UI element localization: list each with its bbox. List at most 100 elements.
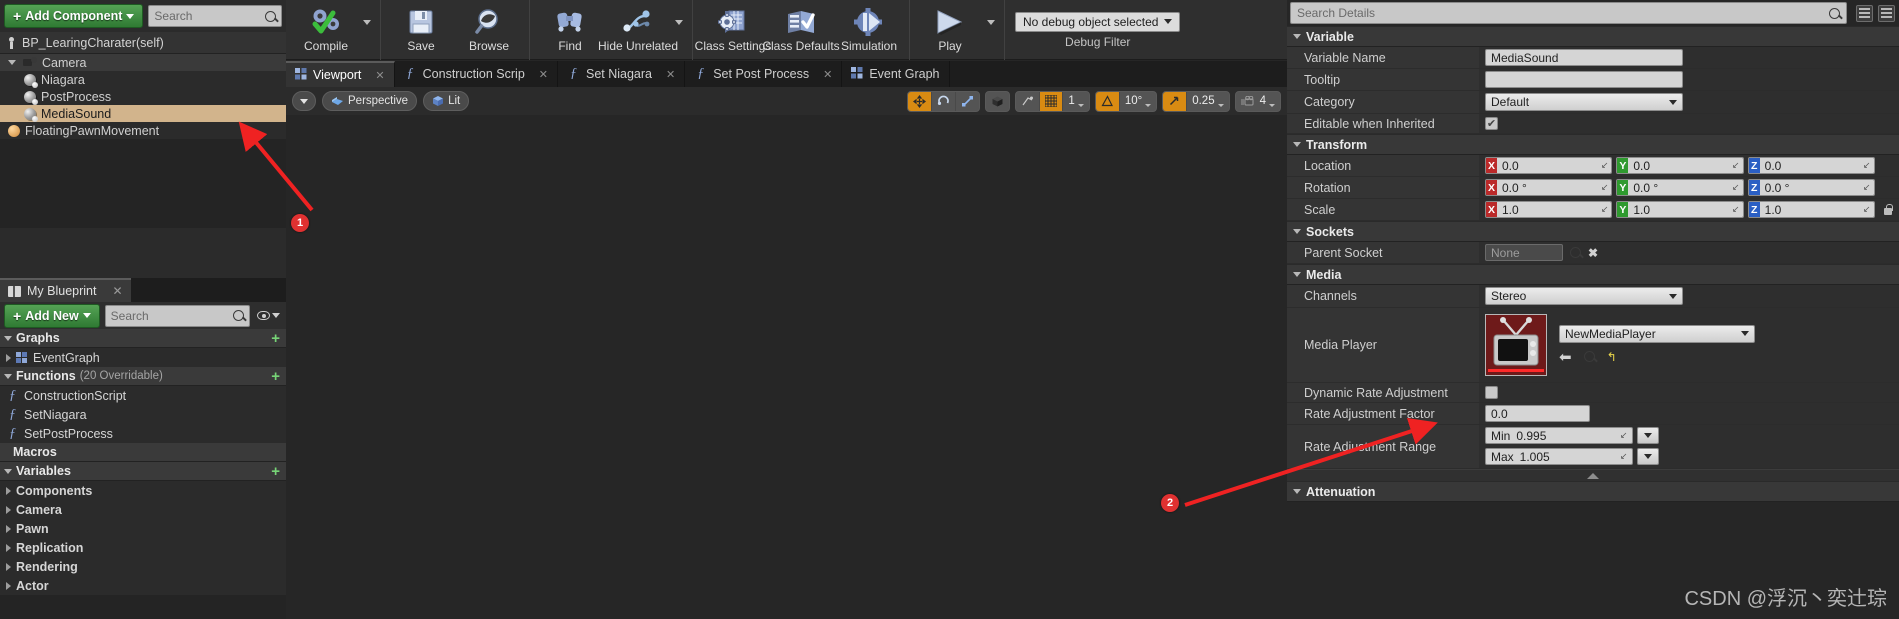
text-input[interactable]: MediaSound xyxy=(1485,49,1683,66)
graph-tab-set-niagara[interactable]: ƒ Set Niagara ✕ xyxy=(558,61,686,87)
translate-gizmo-button[interactable] xyxy=(908,91,933,111)
my-blueprint-list-item[interactable]: Camera xyxy=(0,500,286,519)
angle-snap-value[interactable]: 10° xyxy=(1120,92,1156,111)
text-input[interactable] xyxy=(1485,71,1683,88)
expand-icon[interactable] xyxy=(1293,142,1301,147)
save-button[interactable]: Save xyxy=(387,3,455,53)
my-blueprint-section-header[interactable]: Graphs + xyxy=(0,329,286,348)
details-category-attenuation[interactable]: Attenuation xyxy=(1287,481,1899,502)
axis-z-input[interactable]: Z 1.0 xyxy=(1747,201,1875,218)
dropdown-select[interactable]: Stereo xyxy=(1485,287,1683,305)
my-blueprint-list-item[interactable]: ƒ SetPostProcess xyxy=(0,424,286,443)
clear-socket-icon[interactable]: ✖ xyxy=(1588,246,1598,260)
graph-tab-set-post-process[interactable]: ƒ Set Post Process ✕ xyxy=(685,61,843,87)
toolbar-dropdown-button[interactable] xyxy=(672,3,686,41)
expand-icon[interactable] xyxy=(6,505,11,514)
my-blueprint-list-item[interactable]: Rendering xyxy=(0,557,286,576)
expand-icon[interactable] xyxy=(6,562,11,571)
add-component-button[interactable]: + Add Component xyxy=(4,4,144,28)
reset-asset-icon[interactable]: ↰ xyxy=(1607,350,1617,364)
visibility-toggle[interactable] xyxy=(255,311,282,320)
camera-speed-button[interactable]: 4 xyxy=(1236,92,1280,111)
expand-icon[interactable] xyxy=(4,335,12,341)
expand-icon[interactable] xyxy=(6,543,11,552)
details-category-transform[interactable]: Transform xyxy=(1287,134,1899,155)
parent-socket-value[interactable]: None xyxy=(1485,244,1563,261)
my-blueprint-list-item[interactable]: Components xyxy=(0,481,286,500)
browse-asset-icon[interactable] xyxy=(1583,351,1595,362)
close-icon[interactable]: ✕ xyxy=(375,69,384,82)
details-splitter[interactable] xyxy=(1287,469,1899,481)
grid-snap-value[interactable]: 1 xyxy=(1063,92,1088,111)
components-tree-root[interactable]: BP_LearingCharater(self) xyxy=(0,32,286,54)
class-defaults-button[interactable]: Class Defaults xyxy=(762,3,840,53)
axis-y-input[interactable]: Y 0.0 xyxy=(1616,157,1744,174)
close-icon[interactable]: ✕ xyxy=(112,284,122,298)
viewport-options-button[interactable] xyxy=(292,91,316,111)
graph-tab-event-graph[interactable]: Event Graph xyxy=(842,61,950,87)
world-space-button[interactable] xyxy=(986,92,1009,111)
expand-icon[interactable] xyxy=(1293,34,1301,39)
expand-icon[interactable] xyxy=(6,581,11,590)
component-tree-item[interactable]: PostProcess xyxy=(0,88,286,105)
close-icon[interactable]: ✕ xyxy=(539,68,548,81)
play-button[interactable]: Play xyxy=(916,3,984,53)
graph-tab-construction-scrip[interactable]: ƒ Construction Scrip ✕ xyxy=(395,61,558,87)
my-blueprint-section-header[interactable]: Variables + xyxy=(0,462,286,481)
my-blueprint-search-input[interactable]: Search xyxy=(104,304,250,327)
class-settings-button[interactable]: Class Settings xyxy=(695,3,771,53)
expand-icon[interactable] xyxy=(1293,229,1301,234)
axis-y-input[interactable]: Y 1.0 xyxy=(1616,201,1744,218)
scale-gizmo-button[interactable] xyxy=(956,92,979,111)
find-button[interactable]: Find xyxy=(536,3,604,53)
lock-ratio-icon[interactable] xyxy=(1882,203,1894,217)
rotate-gizmo-button[interactable] xyxy=(932,91,957,111)
close-icon[interactable]: ✕ xyxy=(666,68,675,81)
details-category-sockets[interactable]: Sockets xyxy=(1287,221,1899,242)
details-category-variable[interactable]: Variable xyxy=(1287,26,1899,47)
axis-x-input[interactable]: X 0.0 xyxy=(1485,157,1613,174)
add-to-section-button[interactable]: + xyxy=(271,464,280,479)
add-to-section-button[interactable]: + xyxy=(271,331,280,346)
range-min-dropdown[interactable] xyxy=(1637,427,1659,444)
my-blueprint-list-item[interactable]: ƒ SetNiagara xyxy=(0,405,286,424)
hide-unrelated-button[interactable]: Hide Unrelated xyxy=(598,3,678,53)
browse-socket-icon[interactable] xyxy=(1570,247,1581,258)
viewport-view-mode-button[interactable]: Lit xyxy=(423,91,470,111)
compile-button[interactable]: Compile xyxy=(292,3,360,53)
expand-icon[interactable] xyxy=(1293,489,1301,494)
axis-y-input[interactable]: Y 0.0 ° xyxy=(1616,179,1744,196)
debug-object-select[interactable]: No debug object selected xyxy=(1015,11,1181,32)
scale-snap-toggle[interactable] xyxy=(1163,91,1188,111)
add-to-section-button[interactable]: + xyxy=(271,369,280,384)
browse-button[interactable]: Browse xyxy=(455,3,523,53)
viewport-canvas[interactable] xyxy=(286,115,1287,619)
expand-icon[interactable] xyxy=(4,468,12,474)
angle-snap-toggle[interactable] xyxy=(1095,91,1120,111)
tab-my-blueprint[interactable]: My Blueprint ✕ xyxy=(0,278,131,302)
close-icon[interactable]: ✕ xyxy=(823,68,832,81)
my-blueprint-list-item[interactable]: Actor xyxy=(0,576,286,595)
expand-icon[interactable] xyxy=(6,486,11,495)
surface-snap-button[interactable] xyxy=(1016,91,1041,111)
expand-icon[interactable] xyxy=(8,60,16,65)
expand-icon[interactable] xyxy=(6,353,11,362)
viewport-camera-mode-button[interactable]: Perspective xyxy=(322,91,418,111)
my-blueprint-list-item[interactable]: Pawn xyxy=(0,519,286,538)
grid-snap-toggle[interactable] xyxy=(1040,91,1064,111)
components-search-input[interactable]: Search xyxy=(148,5,282,27)
graph-tab-viewport[interactable]: Viewport ✕ xyxy=(286,61,395,87)
media-player-asset-select[interactable]: NewMediaPlayer xyxy=(1559,324,1755,343)
my-blueprint-list-item[interactable]: EventGraph xyxy=(0,348,286,367)
component-tree-item[interactable]: MediaSound xyxy=(0,105,286,122)
checkbox[interactable]: ✔ xyxy=(1485,386,1498,399)
my-blueprint-section-header[interactable]: Macros xyxy=(0,443,286,462)
component-tree-item[interactable]: Niagara xyxy=(0,71,286,88)
scale-snap-value[interactable]: 0.25 xyxy=(1187,92,1228,111)
number-input[interactable]: 0.0 xyxy=(1485,405,1590,422)
use-selected-asset-icon[interactable]: ⬅ xyxy=(1559,348,1572,366)
component-tree-item[interactable]: FloatingPawnMovement xyxy=(0,122,286,139)
details-category-media[interactable]: Media xyxy=(1287,264,1899,285)
my-blueprint-section-header[interactable]: Functions (20 Overridable) + xyxy=(0,367,286,386)
checkbox[interactable]: ✔ xyxy=(1485,117,1498,130)
